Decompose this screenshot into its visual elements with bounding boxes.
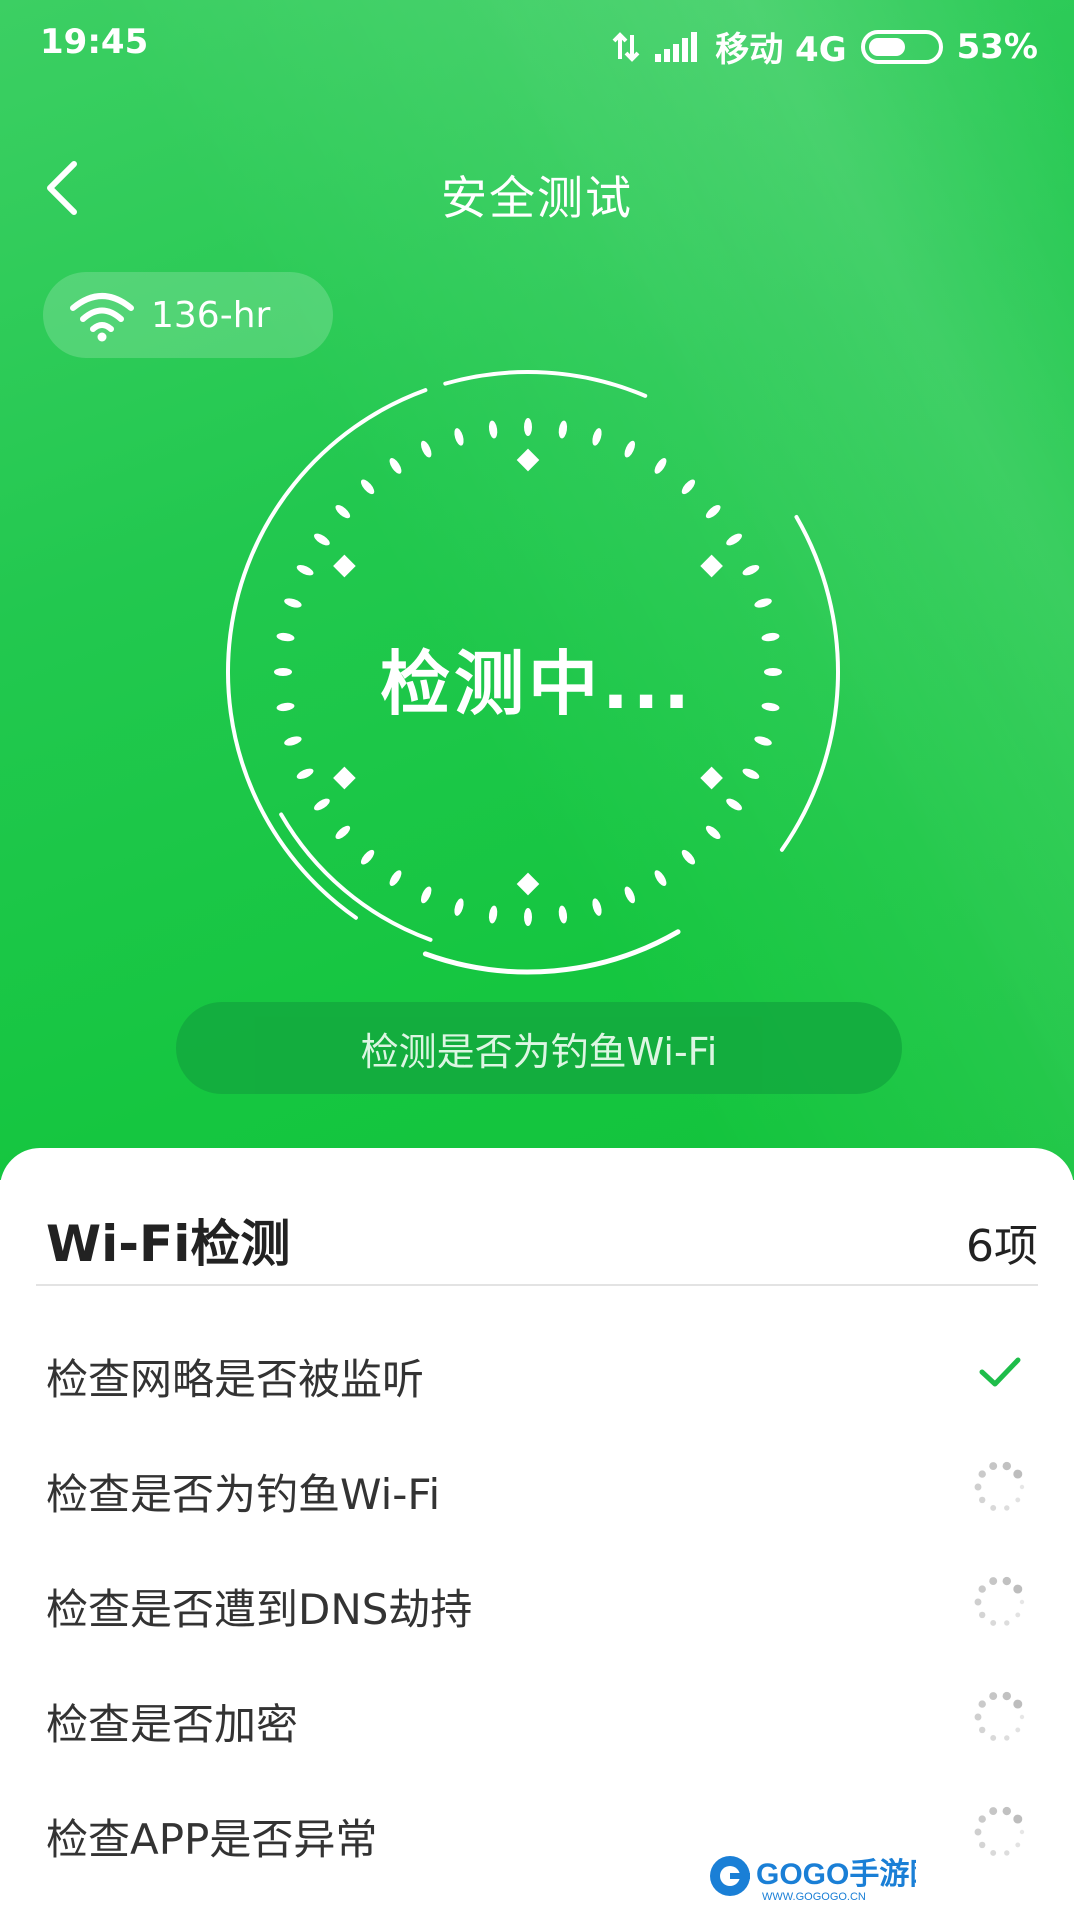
dial-arc — [422, 929, 681, 975]
dial-tick — [681, 479, 696, 495]
dial-arc — [279, 812, 433, 942]
dial-marker — [516, 872, 540, 896]
dial-tick — [558, 905, 568, 924]
wifi-name: 136-hr — [151, 294, 271, 336]
dial-tick — [454, 898, 464, 916]
loading-spinner-icon — [974, 1806, 1025, 1856]
checks-count: 6项 — [966, 1221, 1038, 1272]
dial-tick — [284, 736, 302, 746]
dial-tick — [742, 564, 760, 576]
status-right: 移动 4G 53% — [611, 22, 1038, 71]
divider — [36, 1284, 1038, 1286]
dial-arc — [443, 370, 648, 398]
dial-tick — [654, 458, 667, 474]
check-row: 检查是否加密 — [0, 1669, 1074, 1779]
check-label: 检查网略是否被监听 — [46, 1355, 425, 1404]
dial-tick — [726, 798, 742, 811]
check-label: 检查是否为钓鱼Wi-Fi — [46, 1470, 441, 1519]
dial-marker — [333, 766, 356, 790]
dial-tick — [420, 440, 432, 458]
dial-marker — [333, 554, 356, 578]
check-row: 检查是否遭到DNS劫持 — [0, 1554, 1074, 1664]
dial-marker — [700, 766, 723, 790]
page-title: 安全测试 — [441, 171, 633, 225]
checks-title: Wi-Fi检测 — [46, 1215, 291, 1273]
dial-tick — [705, 825, 721, 840]
dial-tick — [524, 908, 532, 926]
check-done-icon — [979, 1357, 1021, 1387]
dial-tick — [296, 768, 314, 780]
status-time: 19:45 — [40, 22, 149, 62]
svg-text:GOGO手游网: GOGO手游网 — [756, 1858, 916, 1891]
dial-marker — [516, 448, 540, 472]
dial-tick — [592, 898, 602, 916]
dial-tick — [296, 564, 314, 576]
dial-tick — [488, 905, 498, 924]
dial-tick — [592, 428, 602, 446]
dial-tick — [681, 849, 696, 865]
loading-spinner-icon — [974, 1576, 1025, 1626]
data-transfer-icon — [612, 31, 640, 62]
check-label: 检查APP是否异常 — [46, 1815, 378, 1864]
dial-tick — [389, 458, 402, 474]
loading-spinner-icon — [974, 1461, 1025, 1511]
dial-tick — [524, 418, 532, 436]
dial-tick — [742, 768, 760, 780]
checks-sheet: Wi-Fi检测 6项 检查网略是否被监听 检查是否为钓鱼Wi-Fi 检查是否遭到DN… — [0, 1148, 1074, 1914]
dial-tick — [335, 504, 351, 519]
hero-panel: 19:45 移动 4G 53% 安全测试 136-hr 检测中... 检测是否为… — [0, 0, 1074, 1180]
current-check-label: 检测是否为钓鱼Wi-Fi — [360, 1029, 718, 1074]
battery-percent: 53% — [956, 26, 1038, 67]
dial-tick — [314, 798, 330, 811]
loading-spinner-icon — [974, 1691, 1025, 1741]
dial-tick — [705, 504, 721, 519]
dial-tick — [360, 849, 375, 865]
carrier-label: 移动 4G — [715, 30, 847, 70]
svg-text:WWW.GOGOGO.CN: WWW.GOGOGO.CN — [762, 1891, 866, 1903]
dial-tick — [754, 598, 772, 608]
wifi-icon — [70, 293, 134, 342]
dial-tick — [654, 870, 667, 886]
dial-tick — [454, 428, 464, 446]
status-bar: 19:45 移动 4G 53% — [0, 0, 1074, 86]
dial-tick — [360, 479, 375, 495]
dial-tick — [558, 420, 568, 439]
check-row: 检查是否为钓鱼Wi-Fi — [0, 1439, 1074, 1549]
dial-tick — [389, 870, 402, 886]
dial-tick — [624, 440, 636, 458]
check-label: 检查是否加密 — [46, 1700, 299, 1749]
dial-tick — [754, 736, 772, 746]
dial-tick — [335, 825, 351, 840]
check-label: 检查是否遭到DNS劫持 — [46, 1585, 473, 1634]
dial-tick — [284, 598, 302, 608]
battery-icon — [860, 29, 943, 64]
signal-icon — [655, 31, 698, 62]
dial-marker — [700, 554, 723, 578]
dial-tick — [420, 886, 432, 904]
dial-tick — [726, 533, 742, 546]
current-check-pill: 检测是否为钓鱼Wi-Fi — [176, 1002, 902, 1094]
dial-tick — [624, 886, 636, 904]
watermark-logo: GOGO手游网 WWW.GOGOGO.CN — [710, 1856, 916, 1903]
dial-tick — [314, 533, 330, 546]
dial-tick — [488, 420, 498, 439]
check-row: 检查网略是否被监听 — [0, 1324, 1074, 1434]
scan-status-text: 检测中... — [380, 643, 694, 725]
